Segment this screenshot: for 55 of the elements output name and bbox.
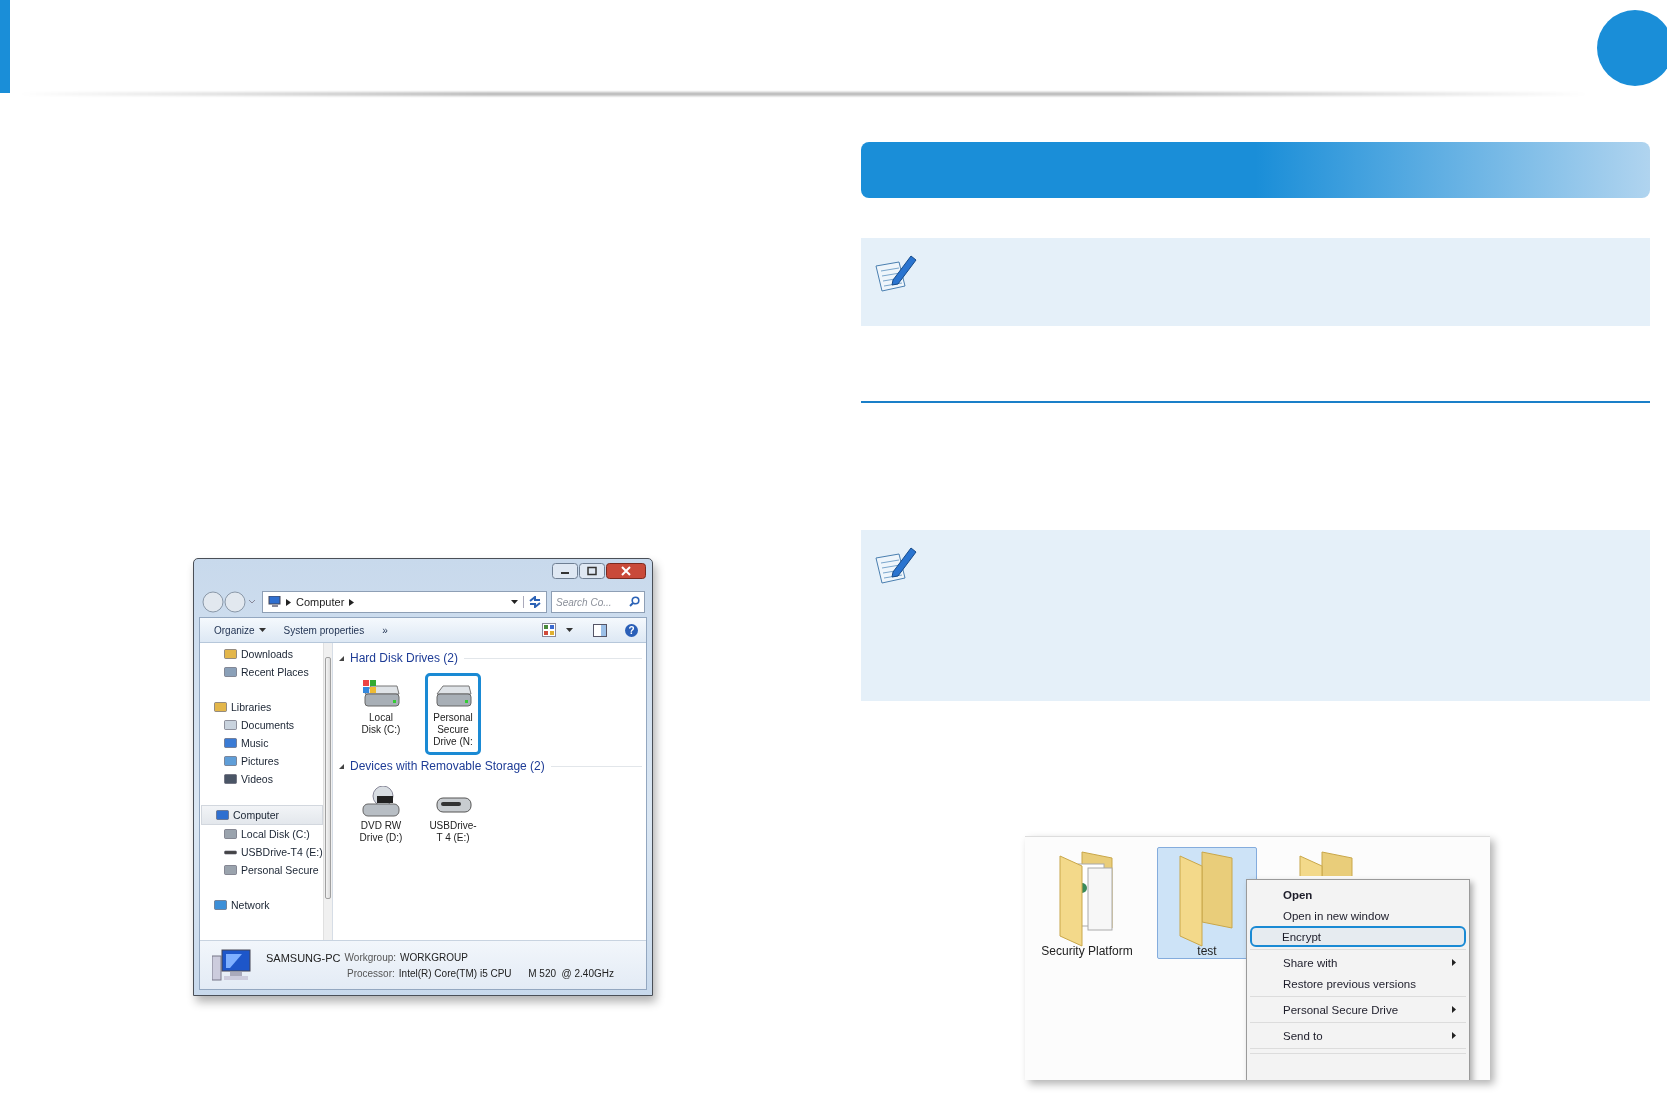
nav-item[interactable]: Computer [201, 805, 323, 825]
toolbar-button[interactable]: » [382, 624, 388, 636]
toolbar-button[interactable]: System properties [283, 624, 365, 636]
group-heading[interactable]: Devices with Removable Storage (2) [350, 759, 545, 773]
group-heading[interactable]: Hard Disk Drives (2) [350, 651, 458, 665]
menu-item[interactable]: Restore previous versions [1278, 973, 1466, 994]
close-button[interactable] [606, 563, 646, 579]
computer-name: SAMSUNG-PC [266, 951, 341, 964]
dropdown-caret-icon[interactable] [566, 628, 573, 632]
collapse-triangle-icon[interactable] [339, 655, 344, 661]
preview-pane-icon[interactable] [593, 623, 607, 637]
chevron-right-icon [349, 598, 355, 606]
chevron-right-icon [286, 598, 291, 606]
nav-item[interactable]: Recent Places [200, 663, 323, 681]
nav-item[interactable]: Personal Secure [200, 861, 323, 879]
dropdown-caret-icon[interactable] [511, 600, 518, 604]
drive-tile[interactable]: DVD RW Drive (D:) [353, 781, 409, 863]
menu-item[interactable]: Personal Secure Drive [1278, 999, 1466, 1020]
maximize-button[interactable] [579, 563, 605, 579]
folder-item[interactable]: test [1157, 847, 1257, 959]
optical-drive-icon [361, 786, 401, 820]
detail-value: Intel(R) Core(TM) i5 CPU M 520 @ 2.40GHz [398, 967, 614, 979]
minimize-button[interactable] [552, 563, 578, 579]
view-options-icon[interactable] [542, 623, 556, 637]
nav-item[interactable]: Local Disk (C:) [200, 825, 323, 843]
menu-item[interactable]: Open in new window [1278, 905, 1466, 926]
nav-item[interactable]: Music [200, 734, 323, 752]
menu-item[interactable]: Send to [1278, 1025, 1466, 1046]
folder-item[interactable]: Security Platform [1037, 847, 1137, 959]
collapse-triangle-icon[interactable] [339, 763, 344, 769]
scrollbar[interactable] [322, 643, 332, 940]
detail-value: WORKGROUP [400, 951, 468, 964]
drive-tile[interactable]: Local Disk (C:) [353, 673, 409, 755]
drive-tile[interactable]: USBDrive-T 4 (E:) [425, 781, 481, 863]
drive-tile[interactable]: Personal Secure Drive (N: [425, 673, 481, 755]
nav-item[interactable]: Documents [200, 716, 323, 734]
nav-item[interactable]: Libraries [200, 698, 323, 716]
nav-item[interactable]: Network [200, 896, 323, 914]
nav-item[interactable]: USBDrive-T4 (E:) [200, 843, 323, 861]
menu-item[interactable]: Open [1278, 884, 1466, 905]
breadcrumb[interactable]: Computer [296, 596, 345, 608]
refresh-icon[interactable] [523, 596, 542, 608]
menu-item[interactable]: Share with [1278, 952, 1466, 973]
detail-label: Workgroup: [344, 951, 397, 964]
detail-label: Processor: [347, 967, 395, 979]
nav-item[interactable]: Downloads [200, 645, 323, 663]
search-icon [629, 596, 640, 607]
toolbar-button[interactable]: Organize [214, 624, 266, 636]
search-field[interactable]: Search Co... [551, 591, 645, 613]
nav-item[interactable]: Pictures [200, 752, 323, 770]
address-bar[interactable]: Computer [262, 591, 547, 613]
menu-item[interactable]: Encrypt [1250, 926, 1466, 947]
computer-icon [212, 948, 252, 982]
nav-item[interactable]: Videos [200, 770, 323, 788]
help-button[interactable]: ? [625, 623, 638, 637]
